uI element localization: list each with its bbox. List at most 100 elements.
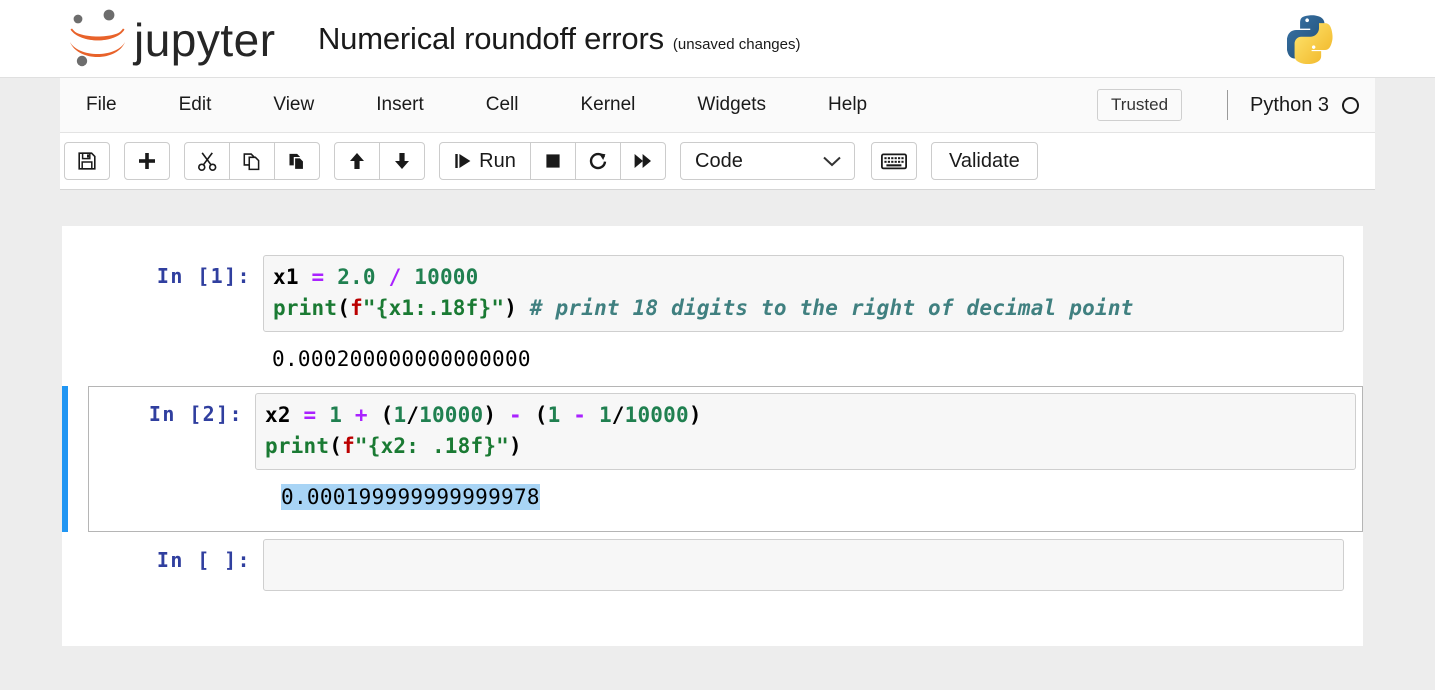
code-token: = [303, 403, 317, 427]
plus-icon [139, 153, 155, 169]
code-token: "{x2: .18f}" [354, 434, 510, 458]
chevron-down-icon [823, 156, 841, 166]
kernel-indicator-name: Python 3 [1250, 93, 1329, 116]
code-token: 2.0 [337, 265, 376, 289]
code-token: "{x1:.18f}" [362, 296, 505, 320]
run-icon [455, 154, 471, 168]
cell-type-dropdown[interactable]: Code [680, 142, 855, 180]
code-token: ( [329, 434, 343, 458]
code-token: f [342, 434, 355, 458]
code-cell-1[interactable]: In [1]: x1 = 2.0 / 10000 print(f"{x1:.18f}… [70, 248, 1355, 386]
menu-file[interactable]: File [86, 89, 117, 121]
cell-type-value: Code [695, 149, 743, 172]
menu-widgets[interactable]: Widgets [697, 89, 766, 121]
cell-body [263, 539, 1354, 591]
code-token: - [573, 403, 587, 427]
restart-and-run-all-button[interactable] [620, 142, 666, 180]
notebook-container: In [1]: x1 = 2.0 / 10000 print(f"{x1:.18f}… [62, 226, 1363, 646]
keyboard-shortcut-group [871, 142, 917, 180]
fast-forward-icon [634, 154, 651, 168]
menu-insert[interactable]: Insert [376, 89, 424, 121]
code-token: / [611, 403, 625, 427]
code-token: x1 [273, 265, 312, 289]
code-token: ) [483, 403, 510, 427]
run-button-label: Run [479, 149, 516, 172]
notebook-name[interactable]: Numerical roundoff errors [318, 21, 664, 57]
menu-bar: File Edit View Insert Cell Kernel Widget… [60, 78, 1375, 133]
scissors-icon [197, 151, 216, 171]
code-token: 1 [547, 403, 561, 427]
arrow-up-icon [350, 153, 364, 169]
menu-cell[interactable]: Cell [486, 89, 519, 121]
code-token: ) [688, 403, 702, 427]
menu-help[interactable]: Help [828, 89, 867, 121]
python-logo [1287, 15, 1333, 64]
cell-body: x2 = 1 + (1/10000) - (1 - 1/10000) print(… [255, 393, 1362, 517]
copy-icon [243, 152, 259, 170]
notebook-toolbar: Run Code Validate [60, 133, 1375, 190]
cell-body: x1 = 2.0 / 10000 print(f"{x1:.18f}") # pr… [263, 255, 1354, 379]
kernel-idle-icon[interactable] [1342, 96, 1359, 114]
cut-button[interactable] [184, 142, 230, 180]
code-cell-3[interactable]: In [ ]: [70, 532, 1355, 598]
code-token: f [350, 296, 363, 320]
save-group [64, 142, 110, 180]
paste-button[interactable] [274, 142, 320, 180]
save-button[interactable] [64, 142, 110, 180]
code-token: = [311, 265, 325, 289]
code-line: print(f"{x1:.18f}") # print 18 digits to… [273, 293, 1334, 324]
copy-button[interactable] [229, 142, 275, 180]
notebook-scroll-area: In [1]: x1 = 2.0 / 10000 print(f"{x1:.18f}… [0, 190, 1435, 689]
code-cell-2[interactable]: In [2]: x2 = 1 + (1/10000) - (1 - 1/10000… [62, 386, 1363, 532]
code-editor[interactable]: x2 = 1 + (1/10000) - (1 - 1/10000) print(… [255, 393, 1356, 470]
menu-edit[interactable]: Edit [179, 89, 212, 121]
menu-items: File Edit View Insert Cell Kernel Widget… [60, 89, 898, 121]
arrow-down-icon [395, 153, 409, 169]
interrupt-kernel-button[interactable] [530, 142, 576, 180]
code-token: + [354, 403, 368, 427]
code-token: # print 18 digits to the right of decima… [529, 296, 1134, 320]
restart-kernel-button[interactable] [575, 142, 621, 180]
stop-square-icon [546, 154, 560, 168]
code-editor[interactable] [263, 539, 1344, 591]
code-token: ) [504, 296, 530, 320]
move-cell-down-button[interactable] [379, 142, 425, 180]
menu-kernel[interactable]: Kernel [580, 89, 635, 121]
save-status: (unsaved changes) [672, 35, 801, 53]
code-token: 1 [329, 403, 343, 427]
restart-circular-arrow-icon [589, 152, 607, 170]
insert-cell-group [124, 142, 170, 180]
command-palette-button[interactable] [871, 142, 917, 180]
move-cell-up-button[interactable] [334, 142, 380, 180]
notebook-title-area: Numerical roundoff errors (unsaved chang… [318, 21, 801, 57]
input-prompt: In [1]: [156, 264, 251, 288]
trusted-badge[interactable]: Trusted [1097, 89, 1183, 121]
code-editor[interactable]: x1 = 2.0 / 10000 print(f"{x1:.18f}") # pr… [263, 255, 1344, 332]
code-token: 10000 [419, 403, 484, 427]
validate-button[interactable]: Validate [931, 142, 1038, 180]
jupyter-logo: jupyter [70, 9, 275, 66]
run-cell-button[interactable]: Run [439, 142, 531, 180]
code-token: print [265, 434, 330, 458]
notebook-header: jupyter Numerical roundoff errors (unsav… [0, 0, 1435, 78]
menu-view[interactable]: View [273, 89, 314, 121]
cell-output: 0.000200000000000000 [272, 347, 531, 371]
code-token: 1 [393, 403, 407, 427]
clipboard-group [184, 142, 320, 180]
paste-icon [288, 153, 304, 170]
floppy-disk-icon [78, 152, 96, 170]
run-group: Run [439, 142, 666, 180]
move-cell-group [334, 142, 425, 180]
jupyter-logo-link[interactable]: jupyter [60, 9, 292, 69]
insert-cell-below-button[interactable] [124, 142, 170, 180]
code-token: 1 [598, 403, 612, 427]
input-prompt: In [2]: [148, 402, 243, 426]
code-line: print(f"{x2: .18f}") [265, 431, 1346, 462]
menubar-divider [1227, 90, 1229, 120]
code-line: x2 = 1 + (1/10000) - (1 - 1/10000) [265, 400, 1346, 431]
